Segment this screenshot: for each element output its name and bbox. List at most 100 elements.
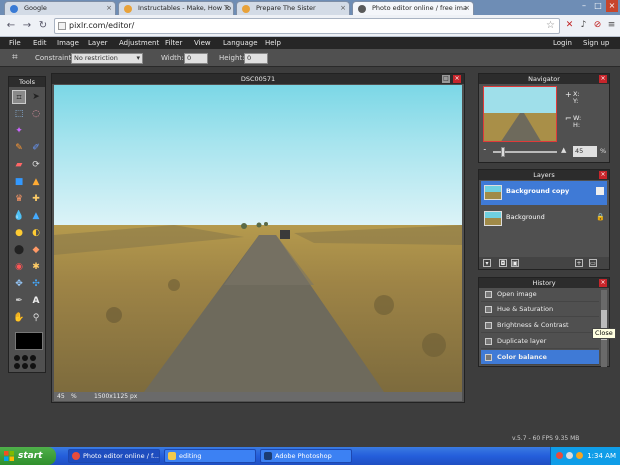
foreground-color-swatch[interactable] (15, 332, 43, 350)
constraint-select[interactable]: No restriction (71, 53, 143, 64)
history-item[interactable]: Brightness & Contrast (481, 318, 599, 333)
image-canvas[interactable] (54, 85, 462, 392)
menu-adjustment[interactable]: Adjustment (119, 37, 159, 49)
layer-visibility-checkbox-icon[interactable] (596, 187, 604, 195)
replace-color-tool-icon[interactable]: ⟳ (29, 158, 43, 172)
dodge-tool-icon[interactable]: ● (12, 226, 26, 240)
taskbar-editing-folder-button[interactable]: editing (164, 449, 256, 463)
sharpen-tool-icon[interactable]: ▲ (29, 209, 43, 223)
gradient-tool-icon[interactable]: ■ (12, 175, 26, 189)
text-tool-icon[interactable]: A (29, 294, 43, 308)
zoom-in-icon[interactable]: ▲ (561, 146, 566, 154)
crop-tool-icon[interactable]: ⌗ (12, 90, 26, 104)
layer-row-background-copy[interactable]: Background copy (481, 181, 607, 205)
tray-alert-icon[interactable] (556, 452, 563, 459)
history-item[interactable]: Open image (481, 287, 599, 302)
layer-row-background[interactable]: Background 🔒 (481, 207, 607, 231)
swatch-dot[interactable] (22, 355, 28, 361)
tab-prepare-sister[interactable]: Prepare The Sister × (236, 1, 350, 15)
brush-tool-icon[interactable]: ✐ (29, 141, 43, 155)
width-input[interactable]: 0 (184, 53, 208, 64)
menu-language[interactable]: Language (223, 37, 258, 49)
navigator-close-icon[interactable]: × (599, 75, 607, 83)
layer-settings-icon[interactable]: ▾ (483, 259, 491, 267)
bloat-tool-icon[interactable]: ✱ (29, 260, 43, 274)
menu-icon[interactable]: ≡ (605, 19, 618, 32)
reload-icon[interactable]: ↻ (36, 19, 50, 33)
minimize-window-icon[interactable]: – (578, 0, 590, 12)
sponge-tool-icon[interactable]: ⬤ (12, 243, 26, 257)
swatch-dot[interactable] (30, 363, 36, 369)
stamp-tool-icon[interactable]: ♛ (12, 192, 26, 206)
new-layer-icon[interactable]: + (575, 259, 583, 267)
tab-close-icon[interactable]: × (106, 2, 112, 15)
menu-filter[interactable]: Filter (165, 37, 182, 49)
document-maximize-icon[interactable]: □ (442, 75, 450, 83)
blur-tool-icon[interactable]: 💧 (12, 209, 26, 223)
menu-layer[interactable]: Layer (88, 37, 108, 49)
hand-tool-icon[interactable]: ✋ (12, 311, 26, 325)
layers-close-icon[interactable]: × (599, 171, 607, 179)
marquee-tool-icon[interactable]: ⬚ (12, 107, 26, 121)
forward-arrow-icon[interactable]: → (20, 19, 34, 33)
back-arrow-icon[interactable]: ← (4, 19, 18, 33)
maximize-window-icon[interactable]: □ (592, 0, 604, 12)
eraser-tool-icon[interactable]: ▰ (12, 158, 26, 172)
navigator-thumbnail[interactable] (483, 86, 557, 142)
swatch-dot[interactable] (14, 355, 20, 361)
menu-help[interactable]: Help (265, 37, 281, 49)
zoom-out-icon[interactable]: ⁃ (483, 146, 487, 154)
navigator-zoom-input[interactable]: 45 (573, 146, 597, 157)
history-close-icon[interactable]: × (599, 279, 607, 287)
extension-music-icon[interactable]: ♪ (577, 19, 590, 32)
height-input[interactable]: 0 (244, 53, 268, 64)
menu-image[interactable]: Image (57, 37, 79, 49)
extension-red-icon[interactable]: ✕ (563, 19, 576, 32)
tab-pixlr-editor[interactable]: Photo editor online / free ima × (352, 1, 474, 15)
tray-volume-icon[interactable] (576, 452, 583, 459)
layer-mask-icon[interactable]: ◘ (499, 259, 507, 267)
tab-close-icon[interactable]: × (224, 2, 230, 15)
extension-block-icon[interactable]: ⊘ (591, 19, 604, 32)
bookmark-star-icon[interactable]: ☆ (546, 19, 555, 33)
signup-link[interactable]: Sign up (583, 37, 609, 49)
zoom-tool-icon[interactable]: ⚲ (29, 311, 43, 325)
zoom-slider-handle[interactable] (501, 147, 505, 157)
tab-close-icon[interactable]: × (464, 2, 470, 15)
pencil-tool-icon[interactable]: ✎ (12, 141, 26, 155)
history-item[interactable]: Hue & Saturation (481, 302, 599, 317)
burn-tool-icon[interactable]: ◐ (29, 226, 43, 240)
taskbar-photoshop-button[interactable]: Adobe Photoshop (260, 449, 352, 463)
red-eye-tool-icon[interactable]: ◉ (12, 260, 26, 274)
swatch-dot[interactable] (22, 363, 28, 369)
magic-wand-tool-icon[interactable]: ✦ (12, 124, 26, 138)
login-link[interactable]: Login (553, 37, 572, 49)
color-replace-tool-icon[interactable]: ◆ (29, 243, 43, 257)
tray-network-icon[interactable] (566, 452, 573, 459)
tab-instructables[interactable]: Instructables - Make, How To × (118, 1, 234, 15)
history-item[interactable]: Duplicate layer (481, 334, 599, 349)
tab-close-icon[interactable]: × (340, 2, 346, 15)
delete-layer-icon[interactable]: ▭ (589, 259, 597, 267)
taskbar-chrome-button[interactable]: Photo editor online / f... (68, 449, 160, 463)
document-title-bar[interactable]: DSC00571 □ × (52, 74, 464, 84)
move-tool-icon[interactable]: ➤ (29, 90, 43, 104)
tab-google[interactable]: Google × (4, 1, 116, 15)
spot-heal-tool-icon[interactable]: ✚ (29, 192, 43, 206)
close-window-icon[interactable]: × (606, 0, 618, 12)
document-close-icon[interactable]: × (453, 75, 461, 83)
swatch-dot[interactable] (14, 363, 20, 369)
layer-style-icon[interactable]: ▣ (511, 259, 519, 267)
drawing-tool-icon[interactable]: ✣ (29, 277, 43, 291)
document-zoom-value[interactable]: 45 (57, 392, 65, 401)
layer-lock-icon[interactable]: 🔒 (596, 213, 605, 221)
menu-file[interactable]: File (9, 37, 21, 49)
menu-view[interactable]: View (194, 37, 211, 49)
history-item-active[interactable]: Color balance (481, 350, 599, 365)
address-bar[interactable]: pixlr.com/editor/ ☆ (54, 18, 560, 34)
eyedropper-tool-icon[interactable]: ✒ (12, 294, 26, 308)
lasso-tool-icon[interactable]: ◌ (29, 107, 43, 121)
menu-edit[interactable]: Edit (33, 37, 47, 49)
start-button[interactable]: start (0, 447, 56, 465)
pinch-tool-icon[interactable]: ✥ (12, 277, 26, 291)
